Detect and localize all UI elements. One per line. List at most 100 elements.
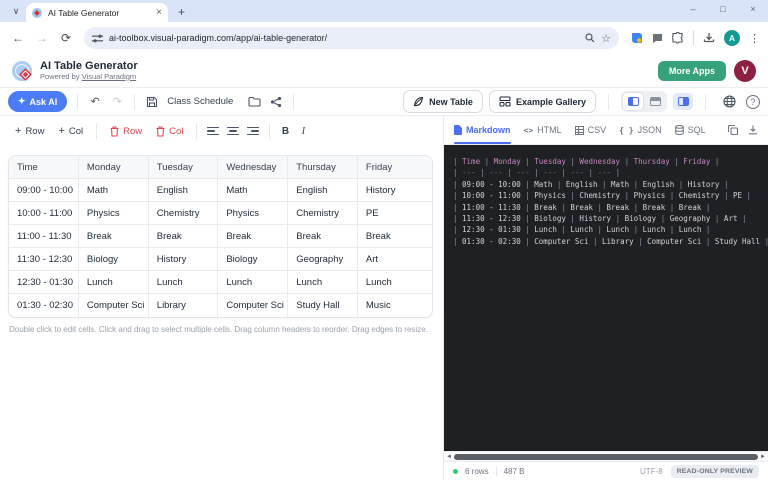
align-left-button[interactable]	[203, 122, 223, 140]
table-cell[interactable]: Lunch	[149, 271, 219, 294]
preview-tab-html[interactable]: <>HTML	[524, 116, 562, 144]
open-folder-icon[interactable]	[243, 92, 265, 112]
align-center-button[interactable]	[223, 122, 243, 140]
document-title[interactable]: Class Schedule	[163, 96, 237, 107]
table-cell[interactable]: 12:30 - 01:30	[9, 271, 79, 294]
new-table-button[interactable]: New Table	[403, 90, 483, 113]
ask-ai-button[interactable]: ✦ Ask AI	[8, 91, 67, 112]
close-window-button[interactable]: ×	[738, 0, 768, 18]
layout-preview-right-button[interactable]	[673, 93, 693, 110]
table-cell[interactable]: Break	[79, 225, 149, 248]
table-cell[interactable]: Lunch	[358, 271, 432, 294]
add-col-button[interactable]: +Col	[51, 121, 90, 141]
zoom-page-icon[interactable]	[585, 33, 595, 43]
table-cell[interactable]: Geography	[288, 248, 358, 271]
column-header[interactable]: Thursday	[288, 156, 358, 179]
language-globe-icon[interactable]	[718, 92, 740, 112]
table-cell[interactable]: Chemistry	[288, 202, 358, 225]
help-icon[interactable]: ?	[746, 95, 760, 109]
italic-button[interactable]: I	[294, 122, 312, 140]
column-header[interactable]: Friday	[358, 156, 432, 179]
scroll-left-icon[interactable]: ◄	[446, 454, 452, 460]
back-button[interactable]: ←	[8, 28, 28, 48]
preview-tab-json[interactable]: { }JSON	[619, 116, 661, 144]
browser-profile-avatar[interactable]: A	[724, 30, 740, 46]
save-icon[interactable]	[141, 92, 163, 112]
horizontal-scrollbar[interactable]: ◄ ►	[444, 451, 768, 461]
extensions-puzzle-icon[interactable]	[672, 32, 684, 44]
example-gallery-button[interactable]: Example Gallery	[489, 90, 596, 113]
add-row-button[interactable]: +Row	[8, 121, 51, 141]
refresh-button[interactable]: ⟳	[56, 28, 76, 48]
table-cell[interactable]: PE	[358, 202, 432, 225]
delete-col-button[interactable]: Col	[149, 122, 190, 141]
pinned-extension-icon[interactable]	[631, 32, 643, 44]
table-cell[interactable]: 11:00 - 11:30	[9, 225, 79, 248]
table-cell[interactable]: Music	[358, 294, 432, 317]
table-cell[interactable]: Library	[149, 294, 219, 317]
table-cell[interactable]: 01:30 - 02:30	[9, 294, 79, 317]
address-bar[interactable]: ai-toolbox.visual-paradigm.com/app/ai-ta…	[84, 27, 619, 49]
bold-button[interactable]: B	[276, 122, 294, 140]
table-cell[interactable]: Art	[358, 248, 432, 271]
copy-icon[interactable]	[728, 125, 738, 135]
bookmark-star-icon[interactable]: ☆	[601, 32, 611, 45]
new-tab-button[interactable]: +	[178, 6, 185, 18]
table-cell[interactable]: Break	[149, 225, 219, 248]
column-header[interactable]: Monday	[79, 156, 149, 179]
table-cell[interactable]: Math	[79, 179, 149, 202]
share-icon[interactable]	[265, 92, 287, 112]
preview-tab-sql[interactable]: SQL	[675, 116, 706, 144]
user-avatar[interactable]: V	[734, 60, 756, 82]
table-cell[interactable]: History	[149, 248, 219, 271]
minimize-button[interactable]: –	[678, 0, 708, 18]
table-cell[interactable]: English	[288, 179, 358, 202]
table-cell[interactable]: Physics	[218, 202, 288, 225]
close-tab-icon[interactable]: ×	[156, 8, 162, 18]
column-header[interactable]: Tuesday	[149, 156, 219, 179]
column-header[interactable]: Wednesday	[218, 156, 288, 179]
table-cell[interactable]: Biology	[79, 248, 149, 271]
redo-button[interactable]: ↷	[106, 92, 128, 112]
preview-tab-markdown[interactable]: Markdown	[454, 116, 511, 144]
kebab-menu-icon[interactable]: ⋮	[749, 32, 760, 45]
url-text[interactable]: ai-toolbox.visual-paradigm.com/app/ai-ta…	[109, 33, 579, 43]
table-cell[interactable]: 11:30 - 12:30	[9, 248, 79, 271]
table-cell[interactable]: Study Hall	[288, 294, 358, 317]
table-cell[interactable]: Break	[218, 225, 288, 248]
table-cell[interactable]: Break	[288, 225, 358, 248]
column-header[interactable]: Time	[9, 156, 79, 179]
browser-tab[interactable]: AI Table Generator ×	[26, 3, 168, 22]
table-cell[interactable]: Computer Sci	[79, 294, 149, 317]
layout-split-horizontal-button[interactable]	[645, 93, 665, 110]
table-cell[interactable]: Math	[218, 179, 288, 202]
delete-row-button[interactable]: Row	[103, 122, 149, 141]
table-cell[interactable]: Lunch	[79, 271, 149, 294]
downloads-icon[interactable]	[703, 32, 715, 44]
table-cell[interactable]: 09:00 - 10:00	[9, 179, 79, 202]
visual-paradigm-link[interactable]: Visual Paradigm	[82, 72, 136, 81]
forward-button[interactable]: →	[32, 28, 52, 48]
undo-button[interactable]: ↶	[84, 92, 106, 112]
scroll-right-icon[interactable]: ►	[760, 454, 766, 460]
comment-icon[interactable]	[652, 33, 663, 44]
tab-search-button[interactable]: ∨	[6, 3, 26, 19]
preview-tab-csv[interactable]: CSV	[575, 116, 607, 144]
align-right-button[interactable]	[243, 122, 263, 140]
table-cell[interactable]: History	[358, 179, 432, 202]
site-settings-icon[interactable]	[92, 34, 103, 43]
table-cell[interactable]: Computer Sci	[218, 294, 288, 317]
table-cell[interactable]: 10:00 - 11:00	[9, 202, 79, 225]
table-cell[interactable]: Lunch	[218, 271, 288, 294]
table-cell[interactable]: English	[149, 179, 219, 202]
download-icon[interactable]	[748, 125, 758, 135]
table-cell[interactable]: Break	[358, 225, 432, 248]
table-cell[interactable]: Chemistry	[149, 202, 219, 225]
table-cell[interactable]: Biology	[218, 248, 288, 271]
layout-split-left-button[interactable]	[623, 93, 643, 110]
table-cell[interactable]: Physics	[79, 202, 149, 225]
more-apps-button[interactable]: More Apps	[658, 61, 726, 81]
maximize-button[interactable]: □	[708, 0, 738, 18]
scrollbar-thumb[interactable]	[454, 454, 758, 460]
table-cell[interactable]: Lunch	[288, 271, 358, 294]
